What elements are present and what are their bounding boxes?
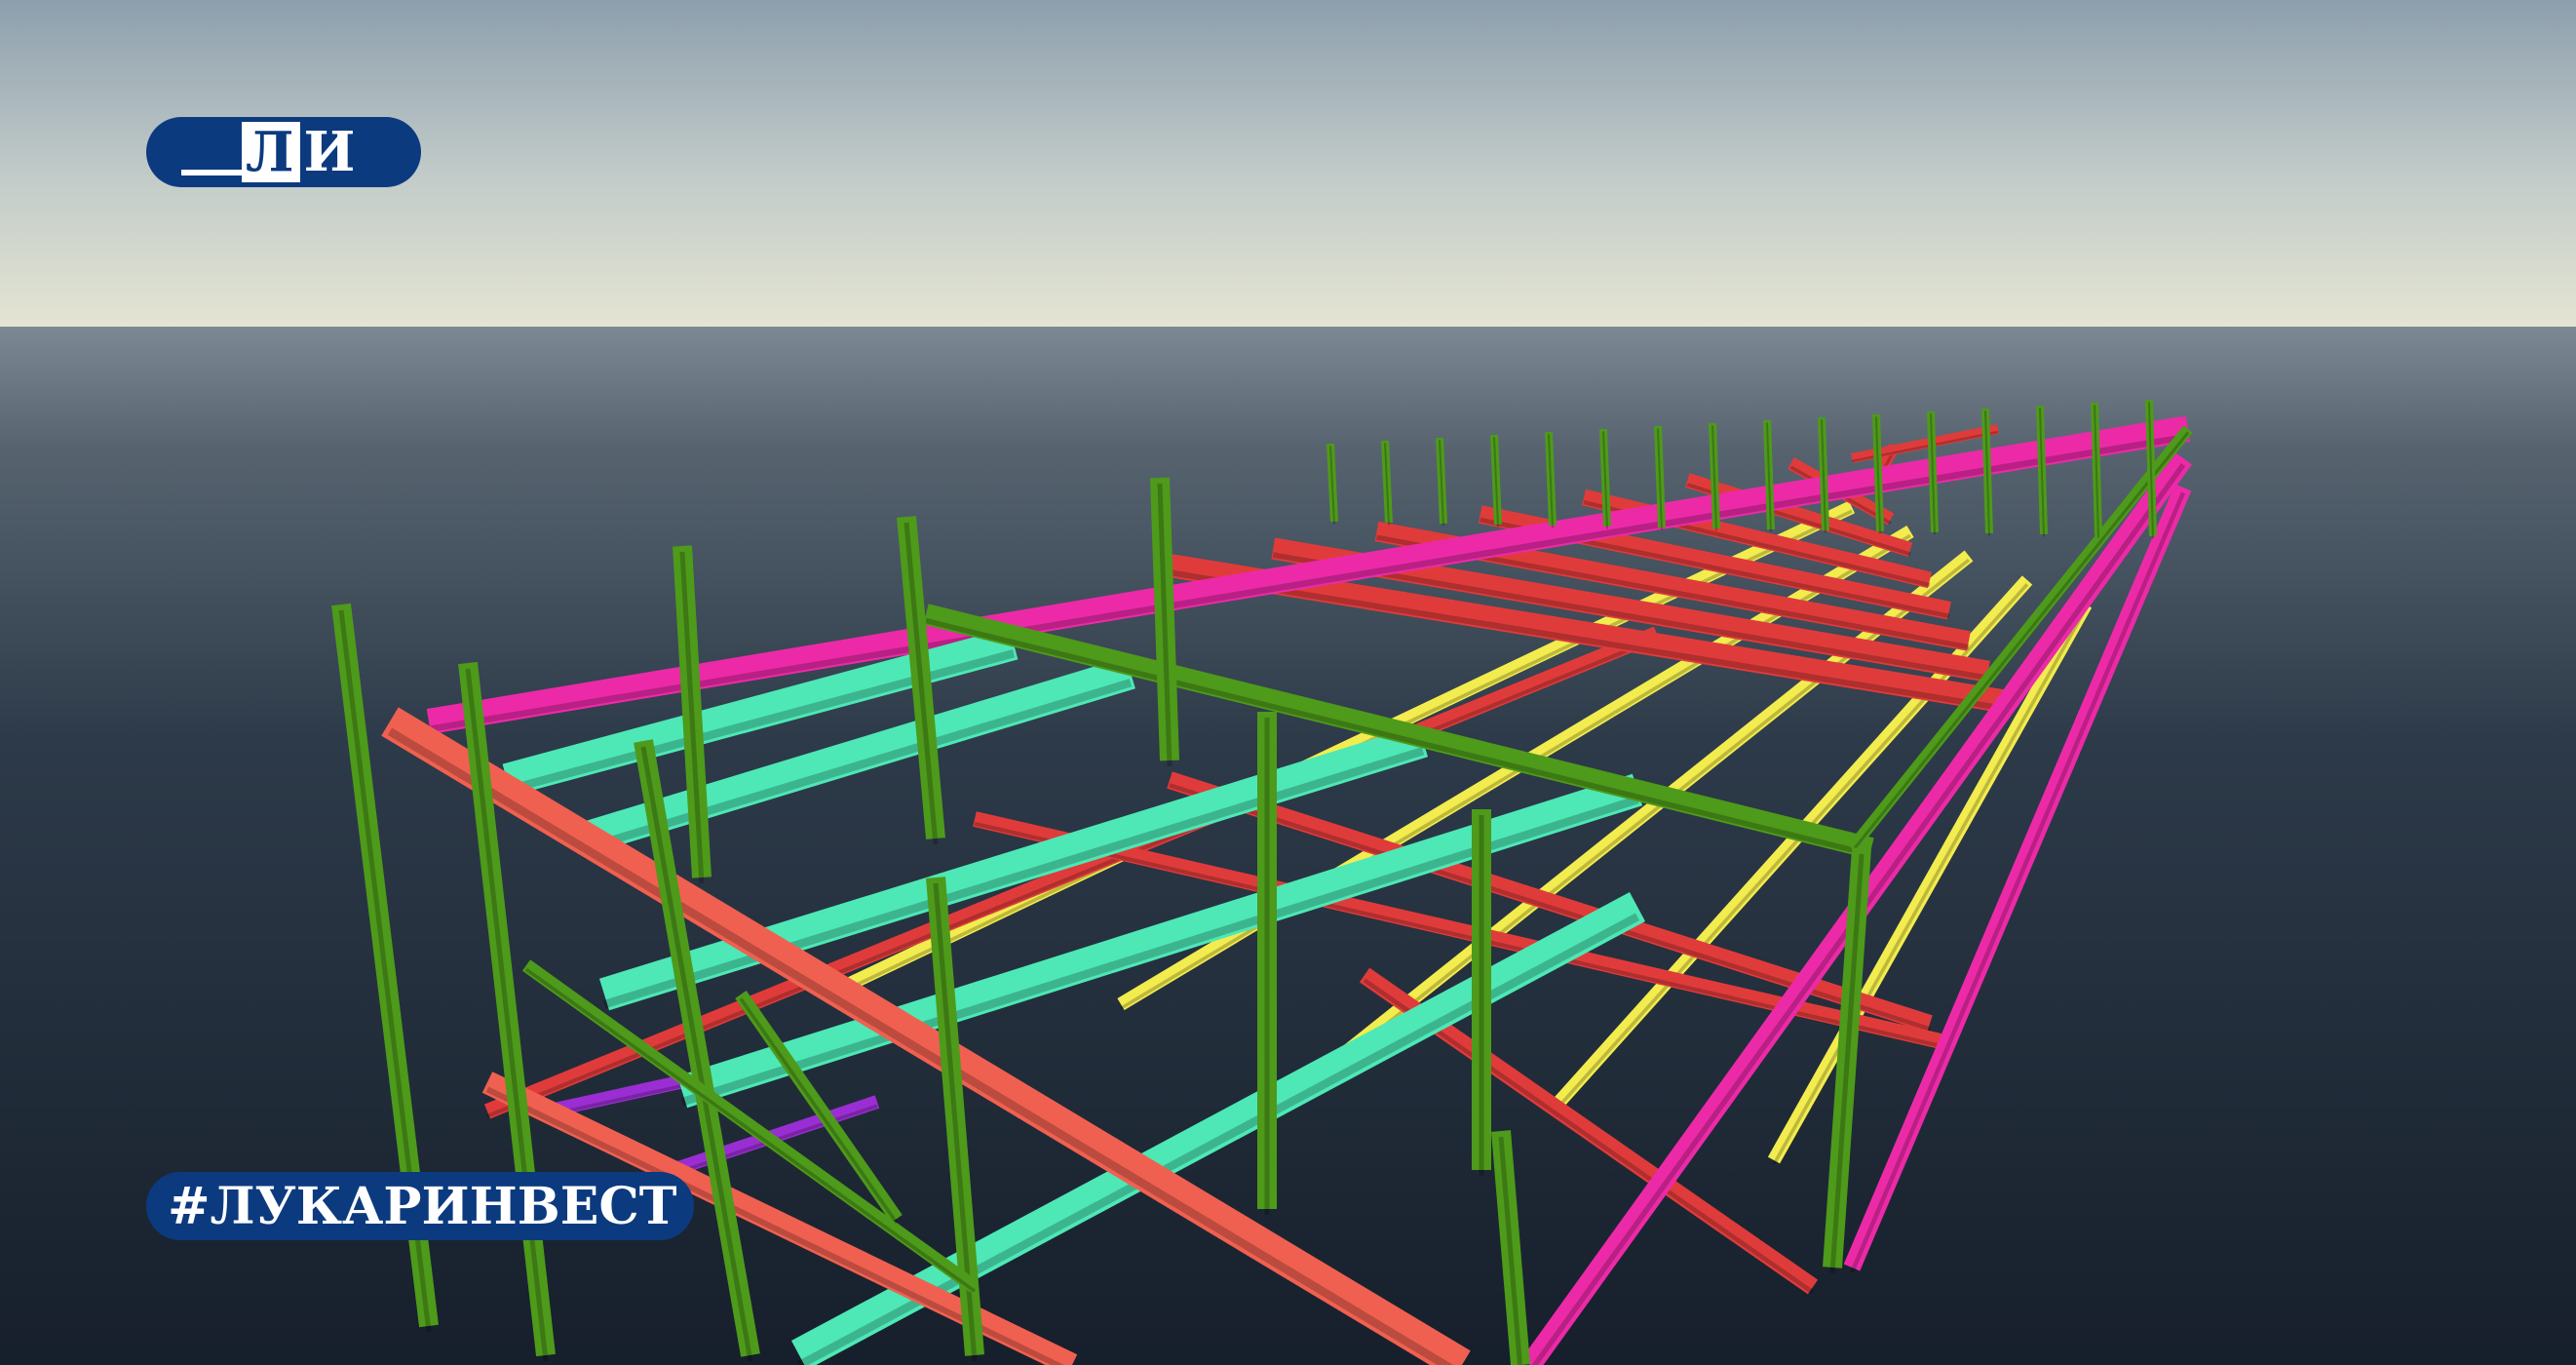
scene-render — [0, 0, 2576, 1365]
logo-letter-i: И — [303, 120, 358, 184]
logo-letter-l: Л — [242, 122, 300, 182]
logo-underscore — [181, 170, 242, 176]
hashtag-badge: #ЛУКАРИНВЕСТ — [146, 1172, 695, 1240]
hashtag-text: #ЛУКАРИНВЕСТ — [168, 1176, 677, 1236]
company-logo: Л И — [146, 117, 421, 187]
